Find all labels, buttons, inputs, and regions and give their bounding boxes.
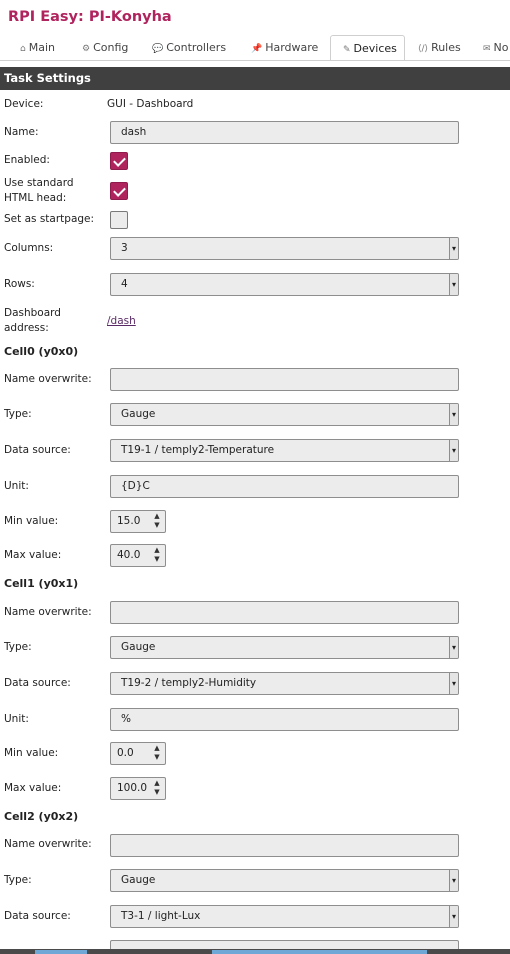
- cell0-name-label: Name overwrite:: [4, 373, 92, 385]
- device-label: Device:: [4, 98, 44, 110]
- cell0-max-label: Max value:: [4, 549, 62, 561]
- cell0-name-input[interactable]: [110, 368, 459, 391]
- tab-rules[interactable]: ⟨/⟩ Rules: [418, 35, 461, 60]
- code-icon: ⟨/⟩: [418, 44, 429, 54]
- cell0-unit-input[interactable]: {D}C: [110, 475, 459, 498]
- chevron-down-icon: ▾: [451, 244, 456, 253]
- taskbar-item[interactable]: [212, 950, 427, 954]
- cell2-source-select[interactable]: T3-1 / light-Lux ▾: [110, 905, 459, 928]
- cell1-name-label: Name overwrite:: [4, 606, 92, 618]
- cell1-max-stepper[interactable]: 100.0 ▲ ▼: [110, 777, 166, 800]
- bell-icon: ✉: [483, 44, 491, 54]
- cell1-type-select[interactable]: Gauge ▾: [110, 636, 459, 659]
- cell0-type-label: Type:: [4, 408, 32, 420]
- cell0-min-label: Min value:: [4, 515, 59, 527]
- dash-address-label: Dashboard address:: [4, 307, 61, 334]
- app-title: RPI Easy: PI-Konyha: [8, 9, 172, 25]
- chevron-down-icon: ▾: [451, 876, 456, 885]
- spin-arrows-icon[interactable]: ▲ ▼: [151, 744, 163, 763]
- cell0-source-select[interactable]: T19-1 / temply2-Temperature ▾: [110, 439, 459, 462]
- cell0-type-select[interactable]: Gauge ▾: [110, 403, 459, 426]
- tab-notifications[interactable]: ✉ No: [483, 35, 509, 60]
- columns-select[interactable]: 3 ▾: [110, 237, 459, 260]
- cell1-source-label: Data source:: [4, 677, 71, 689]
- rows-label: Rows:: [4, 278, 35, 290]
- cell1-heading: Cell1 (y0x1): [4, 577, 79, 590]
- taskbar-item[interactable]: [35, 950, 87, 954]
- cell2-heading: Cell2 (y0x2): [4, 810, 79, 823]
- spin-arrows-icon[interactable]: ▲ ▼: [151, 512, 163, 531]
- taskbar: [0, 949, 510, 954]
- chevron-down-icon: ▾: [451, 410, 456, 419]
- cell2-type-label: Type:: [4, 874, 32, 886]
- chevron-down-icon: ▾: [451, 679, 456, 688]
- tab-hardware[interactable]: 📌 Hardware: [251, 35, 318, 60]
- cell0-unit-label: Unit:: [4, 480, 29, 492]
- home-icon: ⌂: [20, 44, 26, 54]
- cell1-unit-input[interactable]: %: [110, 708, 459, 731]
- spin-arrows-icon[interactable]: ▲ ▼: [151, 546, 163, 565]
- tab-devices[interactable]: ✎ Devices: [330, 35, 405, 60]
- chevron-down-icon: ▾: [451, 643, 456, 652]
- enabled-checkbox[interactable]: [110, 152, 128, 170]
- std-head-label: Use standard HTML head:: [4, 177, 74, 204]
- plug-icon: ✎: [343, 45, 351, 55]
- cell2-name-input[interactable]: [110, 834, 459, 857]
- tab-main[interactable]: ⌂ Main: [20, 35, 55, 60]
- chevron-down-icon: ▾: [451, 446, 456, 455]
- cell1-min-stepper[interactable]: 0.0 ▲ ▼: [110, 742, 166, 765]
- gear-icon: ⚙: [82, 44, 91, 54]
- chevron-down-icon: ▾: [451, 912, 456, 921]
- cell0-heading: Cell0 (y0x0): [4, 345, 79, 358]
- device-value: GUI - Dashboard: [107, 98, 194, 110]
- cell2-name-label: Name overwrite:: [4, 838, 92, 850]
- startpage-checkbox[interactable]: [110, 211, 128, 229]
- chevron-down-icon: ▾: [451, 280, 456, 289]
- name-label: Name:: [4, 126, 39, 138]
- cell0-source-label: Data source:: [4, 444, 71, 456]
- cell1-type-label: Type:: [4, 641, 32, 653]
- chat-bubble-icon: 💬: [152, 44, 164, 54]
- cell1-min-label: Min value:: [4, 747, 59, 759]
- cell1-max-label: Max value:: [4, 782, 62, 794]
- cell0-max-stepper[interactable]: 40.0 ▲ ▼: [110, 544, 166, 567]
- tab-controllers[interactable]: 💬 Controllers: [152, 35, 226, 60]
- section-header: Task Settings: [0, 67, 510, 90]
- tab-config[interactable]: ⚙ Config: [82, 35, 128, 60]
- columns-label: Columns:: [4, 242, 54, 254]
- std-head-checkbox[interactable]: [110, 182, 128, 200]
- cell1-source-select[interactable]: T19-2 / temply2-Humidity ▾: [110, 672, 459, 695]
- rows-select[interactable]: 4 ▾: [110, 273, 459, 296]
- pin-icon: 📌: [251, 44, 263, 54]
- cell2-source-label: Data source:: [4, 910, 71, 922]
- cell1-name-input[interactable]: [110, 601, 459, 624]
- cell1-unit-label: Unit:: [4, 713, 29, 725]
- startpage-label: Set as startpage:: [4, 213, 95, 225]
- name-input[interactable]: dash: [110, 121, 459, 144]
- spin-arrows-icon[interactable]: ▲ ▼: [151, 779, 163, 798]
- dash-address-link[interactable]: /dash: [107, 315, 136, 327]
- enabled-label: Enabled:: [4, 154, 50, 166]
- cell0-min-stepper[interactable]: 15.0 ▲ ▼: [110, 510, 166, 533]
- cell2-type-select[interactable]: Gauge ▾: [110, 869, 459, 892]
- tab-bar: ⌂ Main ⚙ Config 💬 Controllers 📌 Hardware ✎ De…: [0, 35, 510, 61]
